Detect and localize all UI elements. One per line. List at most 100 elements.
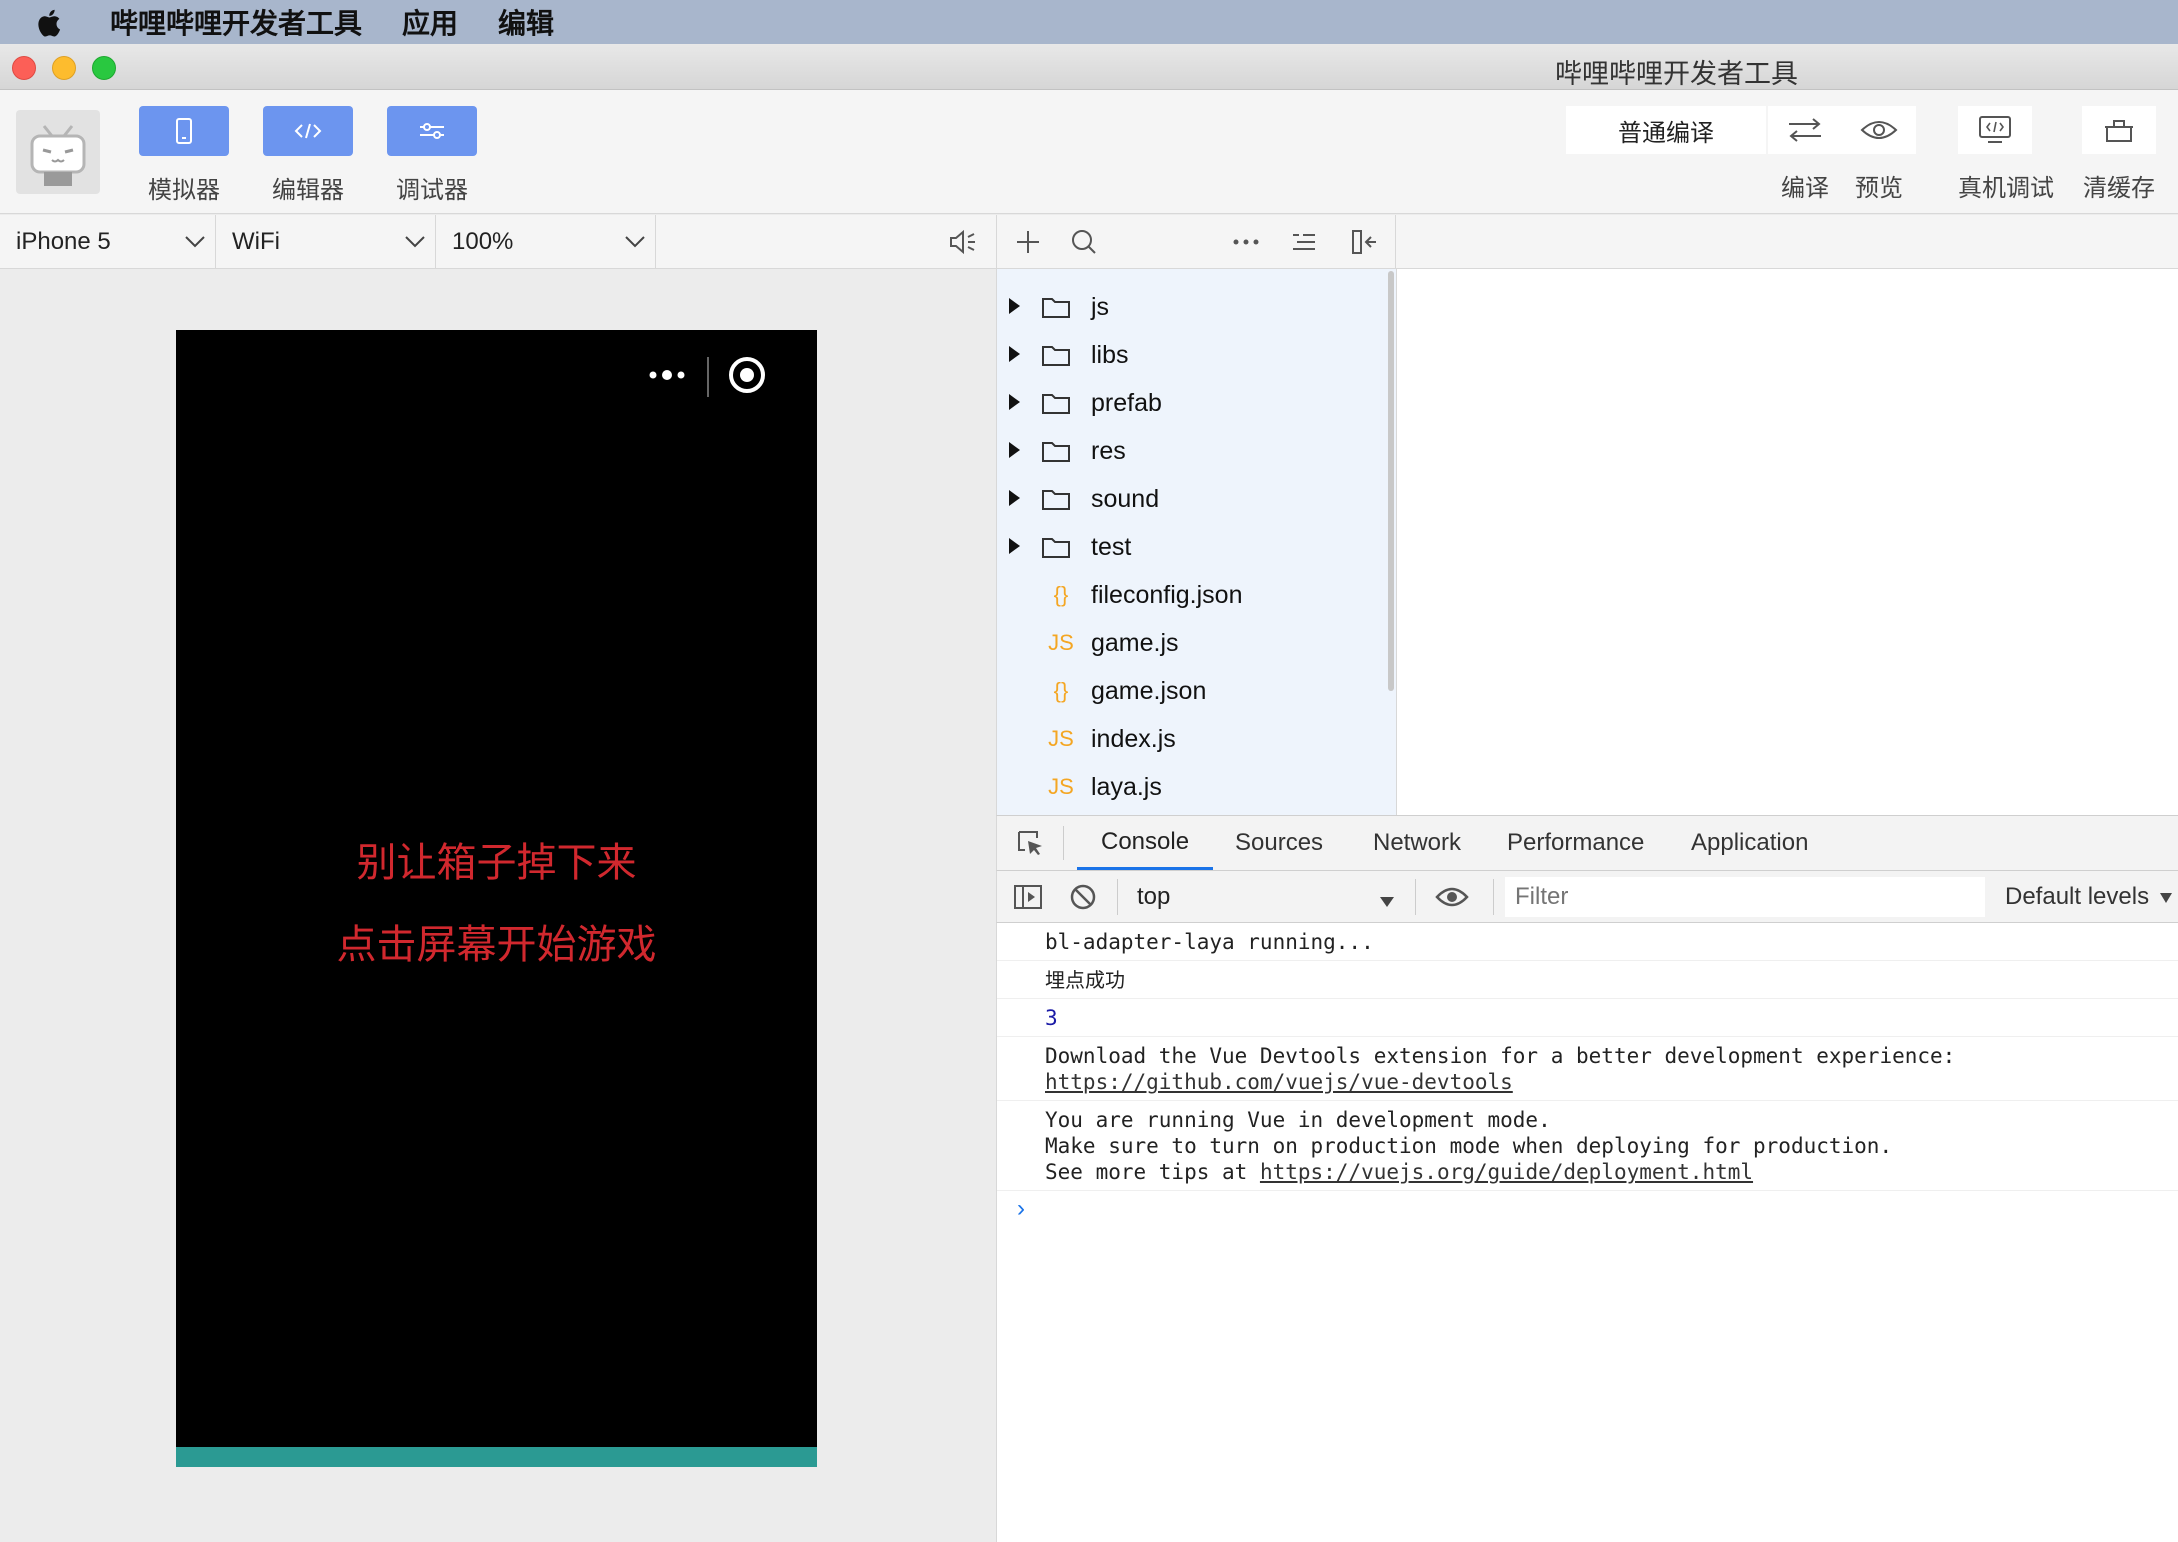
file-name: game.js (1091, 628, 1179, 657)
game-screen[interactable]: 别让箱子掉下来 点击屏幕开始游戏 (176, 330, 817, 1467)
compile-icon[interactable] (1768, 106, 1842, 154)
phone-icon[interactable] (139, 106, 229, 156)
inspect-element-icon[interactable] (1015, 828, 1045, 863)
preview-label: 预览 (1855, 175, 1903, 202)
more-icon[interactable] (647, 365, 697, 390)
capsule-divider (707, 357, 709, 397)
sliders-icon[interactable] (387, 106, 477, 156)
game-start-text: 点击屏幕开始游戏 (336, 923, 657, 967)
context-select[interactable]: top (1125, 871, 1405, 923)
chevron-down-icon (183, 229, 207, 260)
console-toolbar: top Default levels (996, 871, 2178, 923)
menu-app-name[interactable]: 哔哩哔哩开发者工具 (110, 2, 362, 42)
vue-devtools-link[interactable]: https://github.com/vuejs/vue-devtools (1045, 1070, 1513, 1094)
menu-app[interactable]: 应用 (402, 2, 458, 42)
folder-item[interactable]: libs (997, 331, 1129, 379)
file-name: res (1091, 436, 1126, 465)
vue-deployment-link[interactable]: https://vuejs.org/guide/deployment.html (1260, 1160, 1753, 1184)
compile-label: 编译 (1781, 175, 1829, 202)
file-name: test (1091, 532, 1132, 561)
console-log-entry: bl-adapter-laya running... (997, 923, 2178, 961)
folder-item[interactable]: prefab (997, 379, 1162, 427)
window-title: 哔哩哔哩开发者工具 (1555, 59, 1798, 89)
tab-network[interactable]: Network (1349, 816, 1485, 870)
close-target-icon[interactable] (727, 355, 767, 400)
simulator-panel: 别让箱子掉下来 点击屏幕开始游戏 (0, 269, 996, 1542)
file-name: index.js (1091, 724, 1176, 753)
log-levels-select[interactable]: Default levels (2005, 871, 2173, 923)
preview-tool[interactable]: 预览 (1842, 106, 1916, 203)
simulator-tool[interactable]: 模拟器 (139, 106, 229, 205)
expand-arrow-icon[interactable] (1007, 389, 1033, 418)
folder-item[interactable]: sound (997, 475, 1159, 523)
tab-application[interactable]: Application (1667, 816, 1832, 870)
js-file-icon: JS (1048, 630, 1074, 655)
expand-arrow-icon[interactable] (1007, 485, 1033, 514)
system-menubar: 哔哩哔哩开发者工具 应用 编辑 (0, 0, 2178, 44)
compile-tool[interactable]: 编译 (1768, 106, 1842, 203)
live-expression-eye-icon[interactable] (1435, 884, 1469, 915)
code-icon[interactable] (263, 106, 353, 156)
more-icon[interactable] (1231, 227, 1261, 257)
expand-arrow-icon[interactable] (1007, 341, 1033, 370)
compile-mode-select[interactable]: 普通编译 (1566, 106, 1766, 154)
device-value: iPhone 5 (16, 228, 111, 255)
eye-icon[interactable] (1842, 106, 1916, 154)
clear-cache-icon[interactable] (2082, 106, 2156, 154)
avatar[interactable] (16, 110, 100, 194)
debugger-label: 调试器 (396, 177, 468, 204)
dropdown-triangle-icon (2159, 883, 2173, 911)
mute-icon[interactable] (948, 228, 978, 261)
collapse-panel-icon[interactable] (1349, 227, 1379, 257)
json-file-icon: {} (1053, 678, 1069, 703)
outline-icon[interactable] (1289, 227, 1319, 257)
tab-console[interactable]: Console (1077, 816, 1214, 870)
sidebar-toggle-icon[interactable] (1013, 883, 1043, 916)
file-item[interactable]: {} fileconfig.json (997, 571, 1243, 619)
folder-item[interactable]: test (997, 523, 1131, 571)
file-tree-scrollbar[interactable] (1388, 271, 1394, 691)
tab-divider (1063, 826, 1064, 860)
network-select[interactable]: WiFi (216, 215, 436, 269)
tab-sources[interactable]: Sources (1211, 816, 1347, 870)
file-item[interactable]: JS index.js (997, 715, 1176, 763)
menu-edit[interactable]: 编辑 (498, 2, 554, 42)
expand-arrow-icon[interactable] (1007, 533, 1033, 562)
device-debug-tool[interactable]: 真机调试 (1958, 106, 2054, 203)
panel-divider (1395, 215, 1396, 269)
file-item[interactable]: JS game.js (997, 619, 1179, 667)
expand-arrow-icon[interactable] (1007, 293, 1033, 322)
zoom-value: 100% (452, 228, 514, 255)
device-debug-icon[interactable] (1958, 106, 2032, 154)
mini-game-capsule (637, 354, 777, 400)
file-name: sound (1091, 484, 1160, 513)
console-filter-input[interactable] (1505, 877, 1985, 917)
device-select[interactable]: iPhone 5 (0, 215, 216, 269)
file-name: game.json (1091, 676, 1207, 705)
folder-icon (1041, 391, 1081, 415)
folder-icon (1041, 343, 1081, 367)
file-item[interactable]: {} game.json (997, 667, 1207, 715)
toolbar-divider (1493, 879, 1494, 915)
plus-icon[interactable] (1013, 227, 1043, 257)
folder-item[interactable]: res (997, 427, 1126, 475)
file-name: fileconfig.json (1091, 580, 1243, 609)
file-name: js (1091, 292, 1110, 321)
clear-cache-tool[interactable]: 清缓存 (2082, 106, 2156, 203)
expand-arrow-icon[interactable] (1007, 437, 1033, 466)
console-log-entry: 埋点成功 (997, 961, 2178, 999)
debugger-tool[interactable]: 调试器 (387, 106, 477, 205)
editor-tool[interactable]: 编辑器 (263, 106, 353, 205)
zoom-select[interactable]: 100% (436, 215, 656, 269)
file-item[interactable]: JS laya.js (997, 763, 1162, 811)
chevron-down-icon (623, 229, 647, 260)
log-number: 3 (1045, 1006, 1058, 1030)
device-debug-label: 真机调试 (1958, 175, 2054, 202)
editor-area[interactable] (1396, 269, 2178, 815)
tab-performance[interactable]: Performance (1483, 816, 1668, 870)
apple-icon[interactable] (36, 7, 66, 37)
clear-console-icon[interactable] (1069, 883, 1097, 916)
folder-item[interactable]: js (997, 283, 1109, 331)
console-prompt[interactable]: › (1017, 1195, 1025, 1223)
search-icon[interactable] (1069, 227, 1099, 257)
